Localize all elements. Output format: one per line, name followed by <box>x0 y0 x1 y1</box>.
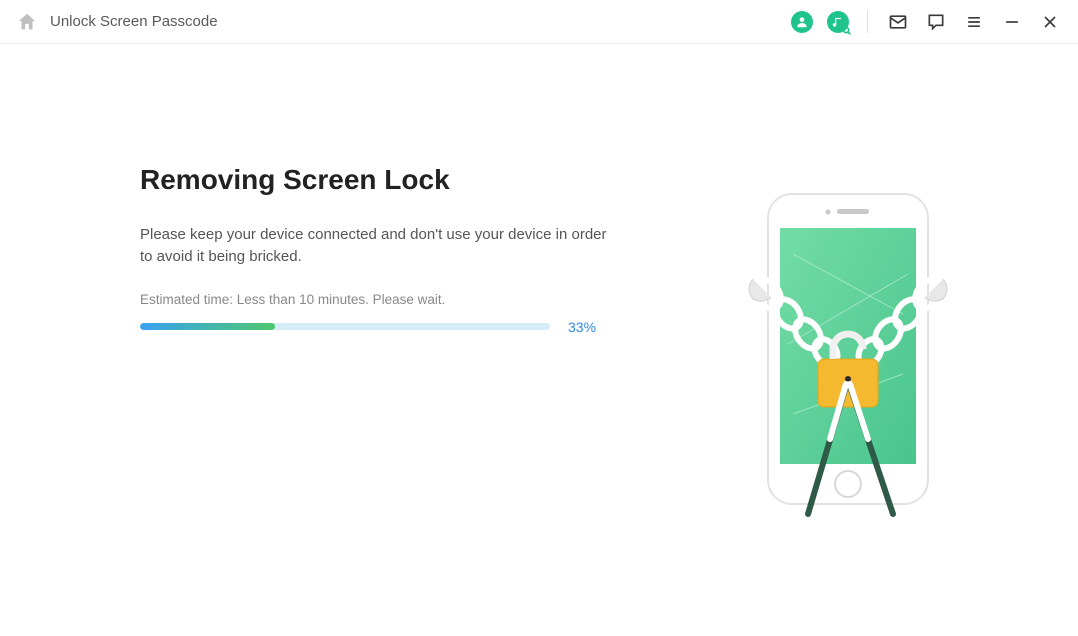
progress-bar <box>140 323 550 330</box>
header: Unlock Screen Passcode <box>0 0 1078 44</box>
estimate-label: Estimated time: Less than 10 minutes. Pl… <box>140 292 638 307</box>
content-left: Removing Screen Lock Please keep your de… <box>140 164 638 524</box>
progress-percent-label: 33% <box>568 319 596 335</box>
home-icon[interactable] <box>16 11 38 33</box>
minimize-button[interactable] <box>1000 10 1024 34</box>
music-transfer-icon[interactable] <box>827 11 849 33</box>
progress-fill <box>140 323 275 330</box>
close-button[interactable] <box>1038 10 1062 34</box>
menu-icon[interactable] <box>962 10 986 34</box>
account-icon[interactable] <box>791 11 813 33</box>
main-content: Removing Screen Lock Please keep your de… <box>0 44 1078 524</box>
page-heading: Removing Screen Lock <box>140 164 638 196</box>
page-description: Please keep your device connected and do… <box>140 224 620 268</box>
unlock-illustration <box>698 184 998 524</box>
feedback-icon[interactable] <box>924 10 948 34</box>
header-divider <box>867 11 868 33</box>
header-right <box>791 10 1062 34</box>
header-left: Unlock Screen Passcode <box>16 11 791 33</box>
progress-row: 33% <box>140 319 638 335</box>
app-title: Unlock Screen Passcode <box>50 13 218 30</box>
mail-icon[interactable] <box>886 10 910 34</box>
